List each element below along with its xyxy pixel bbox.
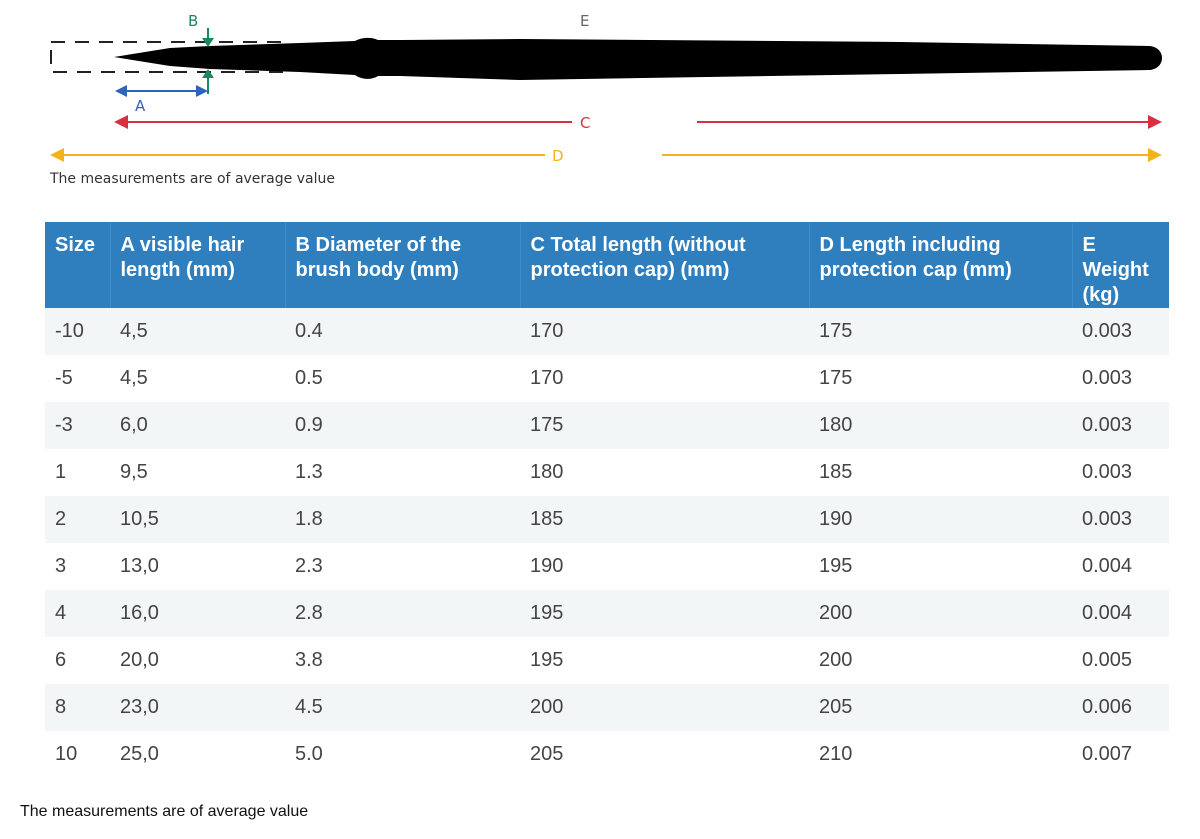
cell-weight: 0.003	[1072, 496, 1169, 543]
arrow-d-left-head	[50, 148, 64, 162]
cell-brush-body-diameter: 5.0	[285, 731, 520, 778]
cell-size: 4	[45, 590, 110, 637]
cell-length-with-cap: 175	[809, 355, 1072, 402]
label-a: A	[135, 97, 146, 115]
cell-brush-body-diameter: 2.3	[285, 543, 520, 590]
cell-size: -10	[45, 308, 110, 355]
header-weight: E Weight (kg)	[1071, 222, 1169, 308]
header-total-length: C Total length (without protection cap) …	[519, 222, 809, 308]
table-row: 8 23,0 4.5 200 205 0.006	[45, 684, 1169, 731]
cell-weight: 0.003	[1072, 308, 1169, 355]
table-row: -3 6,0 0.9 175 180 0.003	[45, 402, 1169, 449]
cell-brush-body-diameter: 3.8	[285, 637, 520, 684]
cell-weight: 0.005	[1072, 637, 1169, 684]
cell-weight: 0.006	[1072, 684, 1169, 731]
cell-brush-body-diameter: 0.5	[285, 355, 520, 402]
cell-visible-hair-length: 23,0	[110, 684, 285, 731]
cell-total-length: 170	[520, 308, 809, 355]
label-c: C	[580, 114, 590, 132]
cell-length-with-cap: 200	[809, 590, 1072, 637]
table-row: 3 13,0 2.3 190 195 0.004	[45, 543, 1169, 590]
cell-length-with-cap: 195	[809, 543, 1072, 590]
cell-total-length: 175	[520, 402, 809, 449]
diagram-average-note: The measurements are of average value	[50, 171, 335, 187]
table-body: -10 4,5 0.4 170 175 0.003 -5 4,5 0.5 170 175 0.003-…	[45, 308, 1169, 778]
cell-size: -3	[45, 402, 110, 449]
table-row: -10 4,5 0.4 170 175 0.003	[45, 308, 1169, 355]
cell-length-with-cap: 180	[809, 402, 1072, 449]
cell-weight: 0.004	[1072, 543, 1169, 590]
cell-size: 8	[45, 684, 110, 731]
cell-size: 10	[45, 731, 110, 778]
cell-visible-hair-length: 4,5	[110, 355, 285, 402]
table-row: 2 10,5 1.8 185 190 0.003	[45, 496, 1169, 543]
header-visible-hair-length: A visible hair length (mm)	[109, 222, 285, 308]
arrow-c-left-head	[114, 115, 128, 129]
header-length-with-cap: D Length including protection cap (mm)	[808, 222, 1072, 308]
footer-average-note: The measurements are of average value	[20, 803, 309, 820]
brush-spec-table: Size A visible hair length (mm) B Diamet…	[45, 222, 1169, 778]
cell-brush-body-diameter: 1.8	[285, 496, 520, 543]
label-b: B	[188, 12, 198, 30]
cell-total-length: 190	[520, 543, 809, 590]
header-brush-body-diameter: B Diameter of the brush body (mm)	[284, 222, 520, 308]
cell-visible-hair-length: 4,5	[110, 308, 285, 355]
label-d: D	[552, 147, 564, 165]
table-row: 6 20,0 3.8 195 200 0.005	[45, 637, 1169, 684]
cell-total-length: 195	[520, 590, 809, 637]
cell-weight: 0.003	[1072, 355, 1169, 402]
cell-total-length: 185	[520, 496, 809, 543]
cell-weight: 0.003	[1072, 449, 1169, 496]
cell-brush-body-diameter: 0.9	[285, 402, 520, 449]
cell-length-with-cap: 200	[809, 637, 1072, 684]
cell-visible-hair-length: 6,0	[110, 402, 285, 449]
table-row: 10 25,0 5.0 205 210 0.007	[45, 731, 1169, 778]
cell-total-length: 200	[520, 684, 809, 731]
cell-weight: 0.007	[1072, 731, 1169, 778]
cell-brush-body-diameter: 2.8	[285, 590, 520, 637]
arrow-a-right-head	[196, 85, 208, 97]
cell-visible-hair-length: 16,0	[110, 590, 285, 637]
table-row: -5 4,5 0.5 170 175 0.003	[45, 355, 1169, 402]
cell-size: 3	[45, 543, 110, 590]
cell-length-with-cap: 185	[809, 449, 1072, 496]
arrow-a-left-head	[115, 85, 127, 97]
cell-brush-body-diameter: 1.3	[285, 449, 520, 496]
cell-total-length: 195	[520, 637, 809, 684]
header-size: Size	[45, 222, 110, 308]
cell-size: 1	[45, 449, 110, 496]
cell-total-length: 205	[520, 731, 809, 778]
table-row: 4 16,0 2.8 195 200 0.004	[45, 590, 1169, 637]
label-e: E	[580, 12, 589, 30]
cell-length-with-cap: 210	[809, 731, 1072, 778]
cell-total-length: 170	[520, 355, 809, 402]
cell-total-length: 180	[520, 449, 809, 496]
table-row: 1 9,5 1.3 180 185 0.003	[45, 449, 1169, 496]
cell-length-with-cap: 175	[809, 308, 1072, 355]
cell-brush-body-diameter: 0.4	[285, 308, 520, 355]
cell-weight: 0.003	[1072, 402, 1169, 449]
cell-size: -5	[45, 355, 110, 402]
cell-weight: 0.004	[1072, 590, 1169, 637]
brush-silhouette	[114, 37, 1162, 80]
cell-length-with-cap: 205	[809, 684, 1072, 731]
table-header-row: Size A visible hair length (mm) B Diamet…	[45, 222, 1169, 308]
cell-visible-hair-length: 20,0	[110, 637, 285, 684]
arrow-d-right-head	[1148, 148, 1162, 162]
brush-measurement-diagram: B A C D E	[50, 12, 1162, 165]
cell-visible-hair-length: 9,5	[110, 449, 285, 496]
cell-visible-hair-length: 13,0	[110, 543, 285, 590]
cell-visible-hair-length: 25,0	[110, 731, 285, 778]
cell-size: 2	[45, 496, 110, 543]
cell-visible-hair-length: 10,5	[110, 496, 285, 543]
cell-brush-body-diameter: 4.5	[285, 684, 520, 731]
cell-length-with-cap: 190	[809, 496, 1072, 543]
cell-size: 6	[45, 637, 110, 684]
arrow-c-right-head	[1148, 115, 1162, 129]
